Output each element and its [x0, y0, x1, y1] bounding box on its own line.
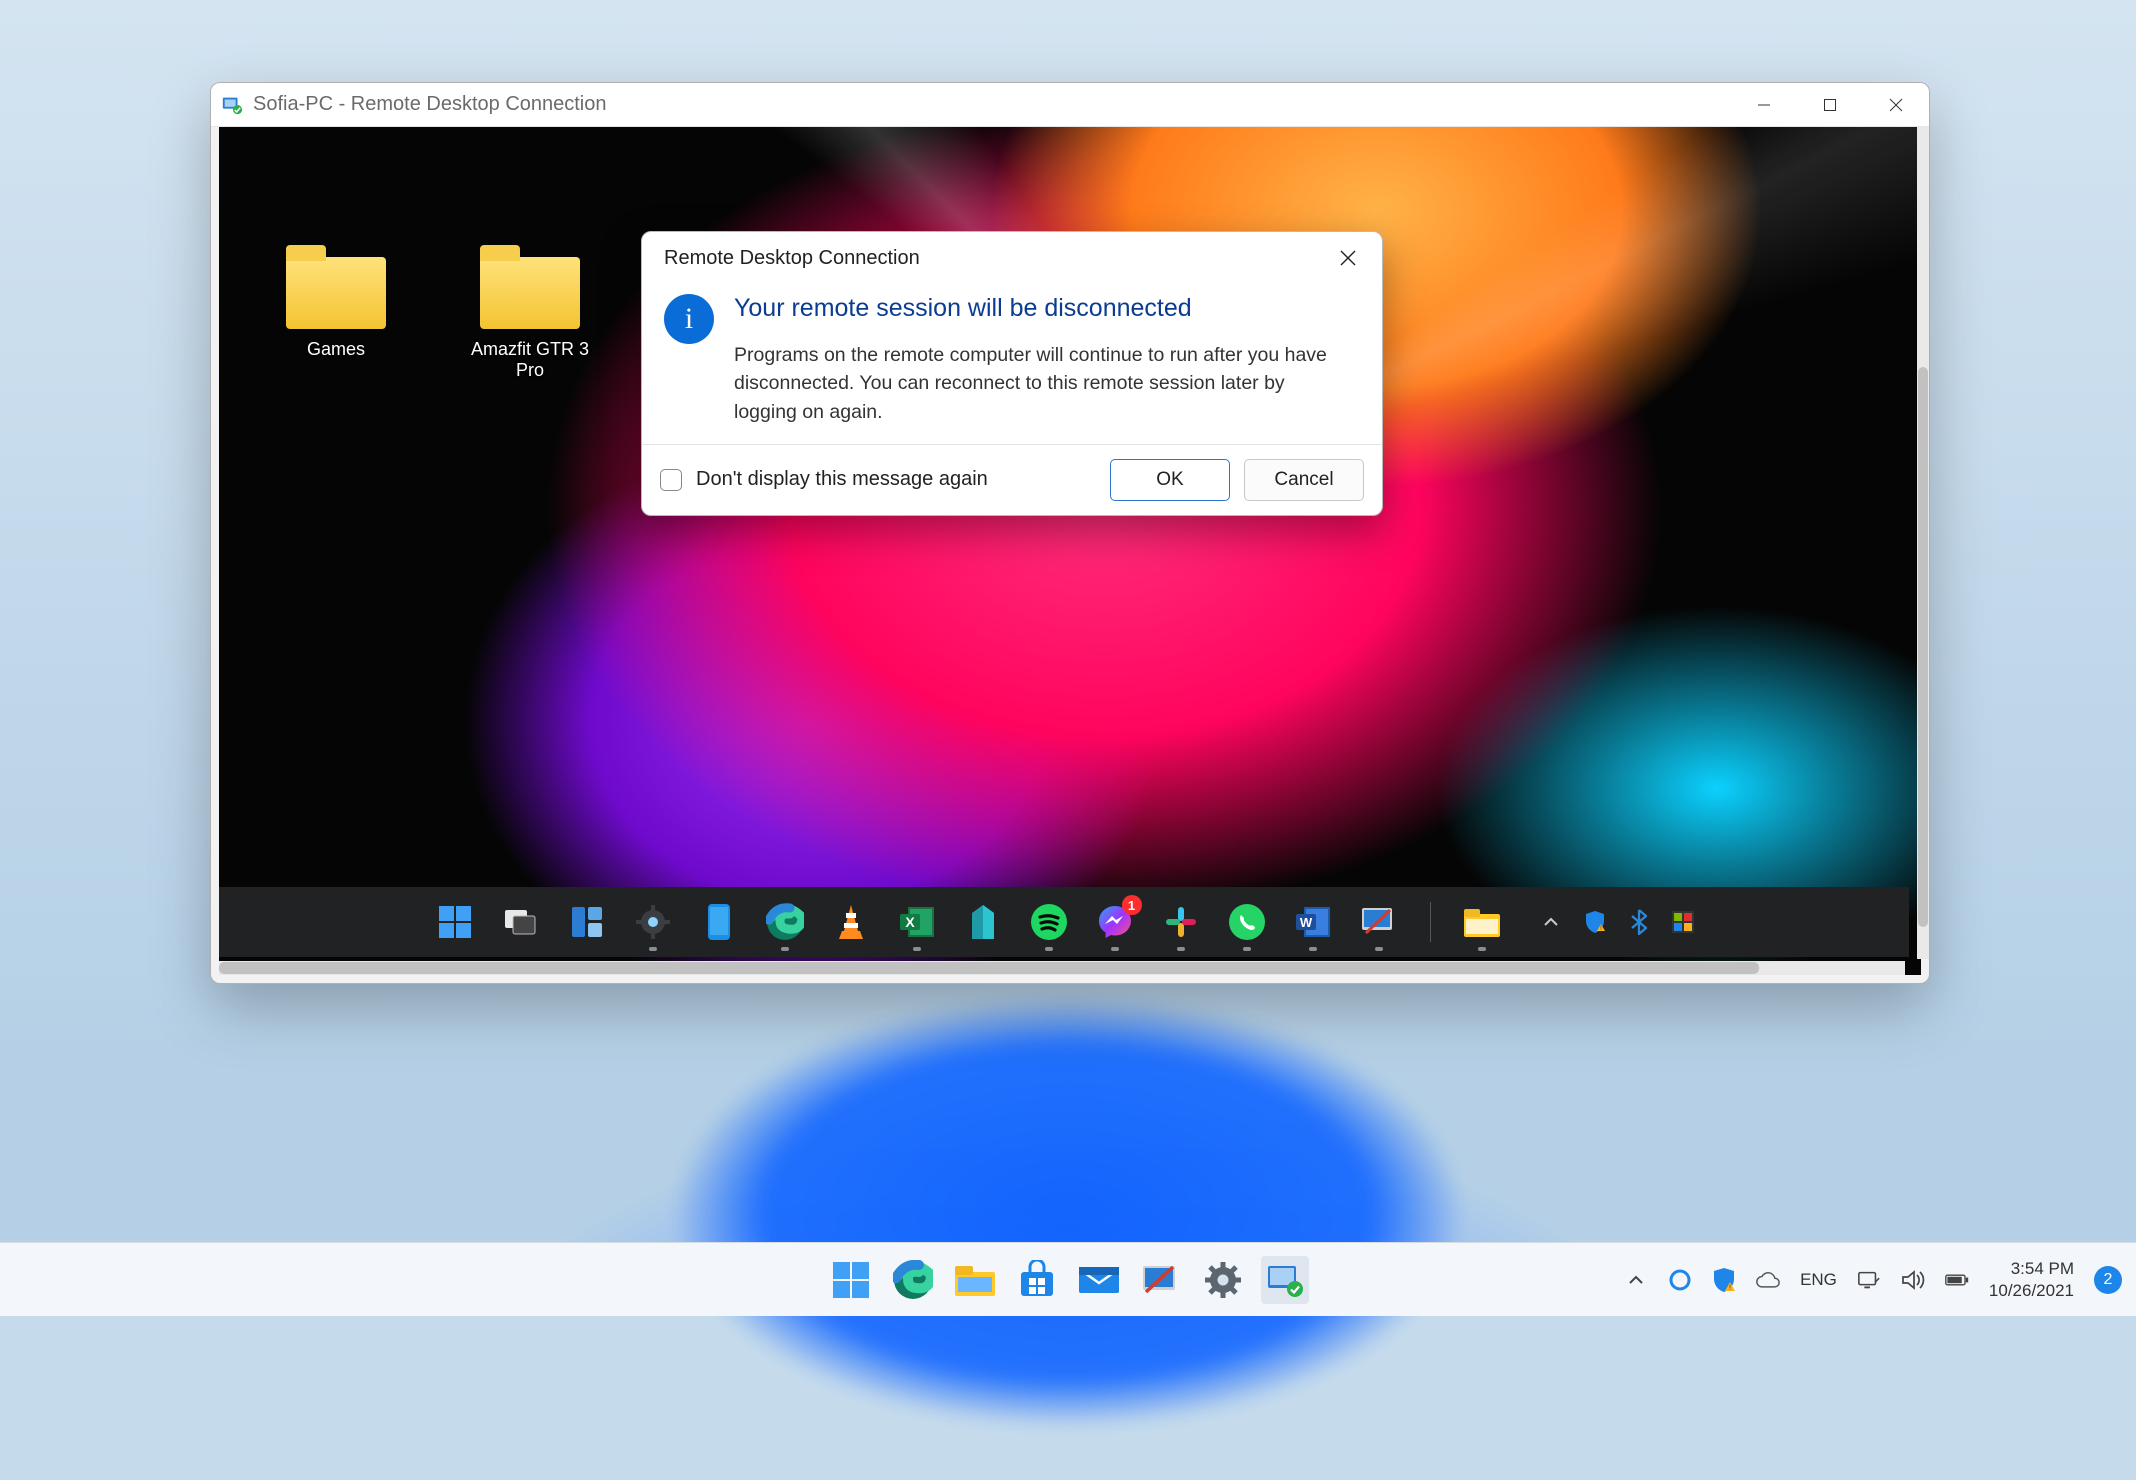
messenger-button[interactable]: 1 [1094, 901, 1136, 943]
tray-date: 10/26/2021 [1989, 1280, 2074, 1301]
remote-system-tray: ! [1539, 910, 1695, 934]
widgets-button[interactable] [566, 901, 608, 943]
dialog-heading: Your remote session will be disconnected [734, 294, 1334, 323]
remote-taskbar: X 1 W ! [219, 887, 1909, 957]
file-explorer-button[interactable] [1461, 901, 1503, 943]
office-building-button[interactable] [962, 901, 1004, 943]
folder-icon [480, 257, 580, 329]
desktop-icon-label: Games [271, 339, 401, 360]
host-start-button[interactable] [827, 1256, 875, 1304]
task-view-button[interactable] [500, 901, 542, 943]
dialog-body-text: Programs on the remote computer will con… [734, 341, 1334, 426]
host-settings-button[interactable] [1199, 1256, 1247, 1304]
window-controls [1731, 83, 1929, 127]
host-remote-desktop-pinned[interactable] [1137, 1256, 1185, 1304]
dialog-footer: Don't display this message again OK Canc… [642, 444, 1382, 515]
messenger-badge: 1 [1122, 895, 1142, 915]
taskbar-separator [1430, 902, 1431, 942]
nvidia-icon[interactable] [1671, 910, 1695, 934]
vertical-scrollbar[interactable] [1917, 127, 1929, 959]
slack-button[interactable] [1160, 901, 1202, 943]
close-button[interactable] [1863, 83, 1929, 127]
svg-text:!: ! [1729, 1284, 1731, 1291]
tray-security-icon[interactable]: ! [1712, 1268, 1736, 1292]
info-icon: i [664, 294, 714, 344]
vlc-button[interactable] [830, 901, 872, 943]
tray-volume-icon[interactable] [1901, 1268, 1925, 1292]
svg-text:W: W [1299, 915, 1312, 930]
tray-time: 3:54 PM [1989, 1258, 2074, 1279]
desktop-icon-amazfit[interactable]: Amazfit GTR 3 Pro [465, 257, 595, 381]
spotify-button[interactable] [1028, 901, 1070, 943]
start-button[interactable] [434, 901, 476, 943]
chevron-up-icon[interactable] [1539, 910, 1563, 934]
tray-notifications[interactable]: 2 [2094, 1266, 2122, 1294]
dont-show-checkbox[interactable] [660, 469, 682, 491]
security-icon[interactable]: ! [1583, 910, 1607, 934]
host-taskbar: ! ENG 3:54 PM 10/26/2021 2 [0, 1242, 2136, 1316]
horizontal-scrollbar[interactable] [219, 961, 1905, 975]
maximize-button[interactable] [1797, 83, 1863, 127]
tray-datetime[interactable]: 3:54 PM 10/26/2021 [1989, 1258, 2074, 1301]
disconnect-dialog: Remote Desktop Connection i Your remote … [641, 231, 1383, 516]
tray-chevron-up-icon[interactable] [1624, 1268, 1648, 1292]
host-wallpaper-bloom [368, 960, 1768, 1480]
tray-onedrive-icon[interactable] [1756, 1268, 1780, 1292]
folder-icon [286, 257, 386, 329]
dialog-title: Remote Desktop Connection [664, 247, 920, 270]
cancel-button[interactable]: Cancel [1244, 459, 1364, 501]
tray-network-icon[interactable] [1857, 1268, 1881, 1292]
bluetooth-icon[interactable] [1627, 910, 1651, 934]
host-remote-desktop-running[interactable] [1261, 1256, 1309, 1304]
svg-text:X: X [905, 914, 915, 930]
dialog-titlebar[interactable]: Remote Desktop Connection [642, 232, 1382, 284]
tray-cortana-icon[interactable] [1668, 1268, 1692, 1292]
rdp-window: Sofia-PC - Remote Desktop Connection Gam… [210, 82, 1930, 984]
dialog-close-button[interactable] [1328, 238, 1368, 278]
desktop-icon-games[interactable]: Games [271, 257, 401, 360]
scroll-thumb[interactable] [219, 962, 1759, 974]
dont-show-label[interactable]: Don't display this message again [696, 468, 988, 491]
excel-button[interactable]: X [896, 901, 938, 943]
host-store-button[interactable] [1013, 1256, 1061, 1304]
your-phone-button[interactable] [698, 901, 740, 943]
scroll-thumb[interactable] [1918, 367, 1928, 927]
desktop-icon-label: Amazfit GTR 3 Pro [465, 339, 595, 381]
host-mail-button[interactable] [1075, 1256, 1123, 1304]
remote-desktop-button[interactable] [1358, 901, 1400, 943]
host-edge-button[interactable] [889, 1256, 937, 1304]
rdp-app-icon [221, 94, 243, 116]
settings-button[interactable] [632, 901, 674, 943]
host-taskbar-center [827, 1256, 1309, 1304]
ok-button[interactable]: OK [1110, 459, 1230, 501]
rdp-title: Sofia-PC - Remote Desktop Connection [253, 93, 607, 116]
tray-language[interactable]: ENG [1800, 1270, 1837, 1290]
edge-button[interactable] [764, 901, 806, 943]
word-button[interactable]: W [1292, 901, 1334, 943]
host-system-tray: ! ENG 3:54 PM 10/26/2021 2 [1624, 1258, 2122, 1301]
host-file-explorer-button[interactable] [951, 1256, 999, 1304]
whatsapp-button[interactable] [1226, 901, 1268, 943]
minimize-button[interactable] [1731, 83, 1797, 127]
tray-battery-icon[interactable] [1945, 1268, 1969, 1292]
rdp-titlebar[interactable]: Sofia-PC - Remote Desktop Connection [211, 83, 1929, 127]
